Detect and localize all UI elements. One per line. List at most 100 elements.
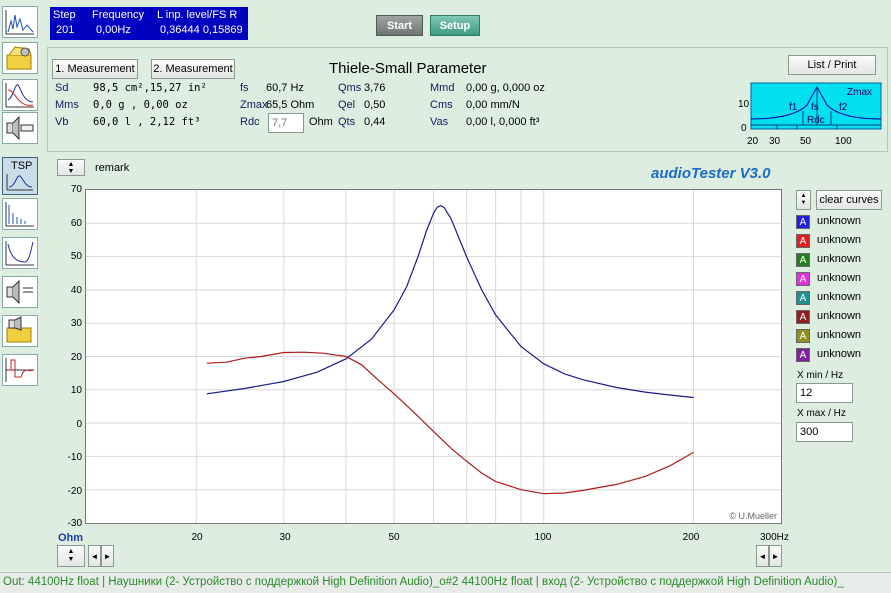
y-tick-label: -20	[67, 486, 82, 497]
remark-spinner[interactable]: ▲ ▼	[57, 159, 85, 176]
vas-value: 0,00 l, 0,000 ft³	[466, 116, 540, 128]
y-tick-label: 10	[70, 385, 82, 396]
legend-label: unknown	[817, 329, 862, 341]
remark-label: remark	[95, 162, 130, 174]
level-value: 0,36444 0,15869	[160, 24, 243, 36]
zmax-label: Zmax	[240, 99, 268, 111]
legend-label: unknown	[817, 234, 862, 246]
xmax-input[interactable]: 300	[796, 422, 853, 442]
legend-label: unknown	[817, 310, 862, 322]
status-bar-text: Out: 44100Hz float | Наушники (2- Устрой…	[3, 576, 844, 588]
legend-spinner[interactable]: ▲ ▼	[796, 190, 811, 210]
mini-rdc-label: Rdc	[807, 115, 825, 126]
legend-swatch[interactable]: A	[796, 272, 810, 286]
spectrum-icon[interactable]	[2, 6, 38, 38]
qel-label: Qel	[338, 99, 356, 111]
legend-label: unknown	[817, 272, 862, 284]
step-response-icon[interactable]	[2, 354, 38, 386]
y-scale-spinner[interactable]: ▲ ▼	[57, 545, 85, 567]
xmin-label: X min / Hz	[797, 370, 844, 381]
setup-button[interactable]: Setup	[430, 15, 480, 36]
measurement-2-button[interactable]: 2. Measurement	[151, 59, 235, 79]
y-tick-label: -30	[67, 518, 82, 529]
mini-fs-label: fs	[811, 102, 819, 113]
tsp-button[interactable]: TSP	[2, 157, 38, 195]
y-tick-label: 40	[70, 285, 82, 296]
step-value: 201	[56, 24, 75, 36]
measurement-1-button[interactable]: 1. Measurement	[52, 59, 138, 79]
mini-x-tick: 50	[800, 136, 812, 147]
legend-swatch[interactable]: A	[796, 234, 810, 248]
waterfall-icon[interactable]	[2, 198, 38, 230]
legend-label: unknown	[817, 215, 862, 227]
legend-label: unknown	[817, 348, 862, 360]
brand-label: audioTester V3.0	[651, 165, 771, 182]
mmd-value: 0,00 g, 0,000 oz	[466, 82, 545, 94]
impedance-icon[interactable]	[2, 79, 38, 111]
mini-y-bottom: 0	[741, 123, 747, 134]
sd-value: 98,5 cm²,15,27 in²	[93, 82, 207, 94]
frequency-value: 0,00Hz	[96, 24, 131, 36]
legend-swatch[interactable]: A	[796, 348, 810, 362]
bass-curve-icon[interactable]	[2, 237, 38, 269]
x-tick-label: 20	[191, 532, 203, 543]
scroll-right-button-right[interactable]: ►	[769, 545, 782, 567]
clear-curves-button[interactable]: clear curves	[816, 190, 882, 210]
y-unit-label: Ohm	[58, 532, 84, 544]
x-tick-label: 300Hz	[760, 532, 789, 543]
rdc-label: Rdc	[240, 116, 260, 128]
mini-f1-label: f1	[789, 102, 798, 113]
credit-label: © U.Mueller	[729, 511, 777, 521]
speaker-folder-icon[interactable]	[2, 42, 38, 74]
tsp-label: TSP	[11, 160, 33, 172]
speaker-driver-icon[interactable]	[2, 112, 38, 144]
mms-value: 0,0 g , 0,00 oz	[93, 99, 188, 111]
rdc-input[interactable]: 7,7	[268, 113, 304, 133]
impedance-plot[interactable]: © U.Mueller	[85, 189, 782, 524]
y-tick-label: 30	[70, 318, 82, 329]
plot-canvas	[86, 190, 781, 523]
xmin-input[interactable]: 12	[796, 383, 853, 403]
fs-label: fs	[240, 82, 249, 94]
mini-x-tick: 20	[747, 136, 759, 147]
legend-label: unknown	[817, 291, 862, 303]
step-label: Step	[53, 9, 76, 21]
level-label: L inp. level/FS R	[157, 9, 238, 21]
y-tick-label: 70	[70, 184, 82, 195]
x-tick-label: 50	[388, 532, 400, 543]
legend-swatch[interactable]: A	[796, 329, 810, 343]
legend-swatch[interactable]: A	[796, 291, 810, 305]
x-tick-label: 30	[279, 532, 291, 543]
mini-x-tick: 30	[769, 136, 781, 147]
series-line-1	[206, 205, 694, 399]
tsp-title: Thiele-Small Parameter	[329, 60, 487, 77]
xmax-label: X max / Hz	[797, 408, 846, 419]
vb-value: 60,0 l , 2,12 ft³	[93, 116, 201, 128]
qts-value: 0,44	[364, 116, 386, 128]
speaker-folder2-icon[interactable]	[2, 315, 38, 347]
cms-label: Cms	[430, 99, 453, 111]
scroll-left-button[interactable]: ◄	[88, 545, 101, 567]
vas-label: Vas	[430, 116, 449, 128]
legend-swatch[interactable]: A	[796, 253, 810, 267]
speaker-measure-icon[interactable]	[2, 276, 38, 308]
y-tick-label: 0	[76, 419, 82, 430]
qts-label: Qts	[338, 116, 356, 128]
start-button[interactable]: Start	[376, 15, 423, 36]
legend-swatch[interactable]: A	[796, 215, 810, 229]
status-bar: Out: 44100Hz float | Наушники (2- Устрой…	[0, 572, 891, 593]
legend-swatch[interactable]: A	[796, 310, 810, 324]
scroll-right-button[interactable]: ►	[101, 545, 114, 567]
qel-value: 0,50	[364, 99, 386, 111]
plot-curves	[206, 205, 694, 495]
y-tick-label: -10	[67, 452, 82, 463]
scroll-left-button-right[interactable]: ◄	[756, 545, 769, 567]
rdc-unit: Ohm	[309, 116, 333, 128]
qms-label: Qms	[338, 82, 362, 94]
y-tick-label: 20	[70, 352, 82, 363]
y-tick-label: 50	[70, 251, 82, 262]
list-print-button[interactable]: List / Print	[788, 55, 876, 75]
mmd-label: Mmd	[430, 82, 455, 94]
x-tick-label: 100	[534, 532, 552, 543]
status-readout: Step Frequency L inp. level/FS R 201 0,0…	[50, 7, 248, 40]
